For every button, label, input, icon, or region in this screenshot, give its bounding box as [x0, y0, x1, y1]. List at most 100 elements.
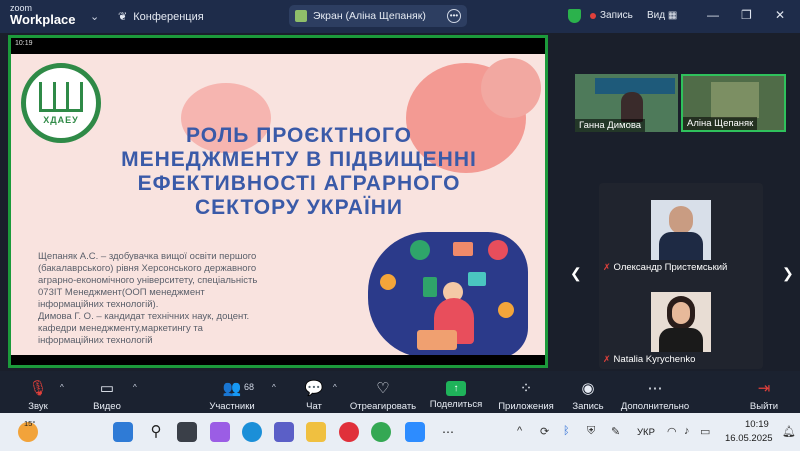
share-label: Экран (Аліна Щепаняк) [313, 10, 426, 22]
zoom-taskbar-icon[interactable] [405, 422, 425, 442]
volume-icon[interactable]: ♪ [684, 425, 690, 437]
avatar[interactable] [651, 200, 711, 260]
react-button[interactable]: ♡ Отреагировать [350, 371, 416, 413]
participant-name: Natalia Kyrychenko [613, 354, 696, 365]
camera-icon: ▭ [99, 380, 115, 397]
caret-up-icon[interactable]: ^ [60, 383, 64, 392]
body-line: кафедри менеджменту,маркетингу та [38, 323, 203, 334]
video-button[interactable]: ▭ Видео [92, 371, 122, 413]
more-icon[interactable]: ••• [447, 9, 461, 23]
minimize-icon[interactable]: — [707, 8, 719, 22]
mute-button[interactable]: 🎙 Звук [24, 371, 52, 413]
mic-muted-icon: ✗ [603, 262, 611, 272]
opera-icon[interactable] [339, 422, 359, 442]
share-button[interactable]: ↑ Поделиться [430, 371, 482, 413]
title-bar: zoom Workplace ⌄ ❦ Конференция Экран (Ал… [0, 0, 800, 33]
university-logo: ХДАЕУ [21, 63, 101, 143]
windows-taskbar: 15° ⚲ ⋯ ^ ⟳ ᛒ ⛨ ✎ УКР ◠ ♪ ▭ 10:19 16.05.… [0, 413, 800, 451]
copilot-icon[interactable] [210, 422, 230, 442]
more-icon: ⋯ [647, 380, 663, 397]
title-line: РОЛЬ ПРОЄКТНОГО [186, 124, 412, 147]
file-explorer-icon[interactable] [306, 422, 326, 442]
video-label: Видео [93, 401, 121, 412]
defender-icon[interactable]: ⛨ [587, 425, 595, 438]
view-button[interactable]: Вид ▦ [647, 10, 677, 21]
clock-icon [410, 240, 430, 260]
apps-button[interactable]: ⁘ Приложения [498, 371, 554, 413]
record-toolbar-label: Запись [572, 401, 604, 412]
caret-up-icon[interactable]: ^ [272, 383, 276, 392]
record-dot-icon [590, 12, 596, 19]
participants-count: 68 [244, 382, 255, 392]
participant-tile-active-speaker[interactable]: Аліна Щепаняк [681, 74, 786, 132]
recording-indicator[interactable]: Запись [590, 10, 633, 21]
body-line: (бакалаврського) рівня Херсонського держ… [38, 263, 257, 274]
chrome-icon[interactable] [371, 422, 391, 442]
record-button[interactable]: ◉ Запись [572, 371, 604, 413]
battery-icon[interactable]: ▭ [700, 425, 710, 438]
bluetooth-icon[interactable]: ᛒ [563, 425, 570, 437]
more-button[interactable]: ⋯ Дополнительно [620, 371, 690, 413]
leave-icon: ⇥ [757, 380, 771, 397]
meeting-label: Конференция [133, 10, 204, 23]
mail-icon [453, 242, 473, 256]
sync-icon[interactable]: ⟳ [540, 425, 549, 438]
input-language[interactable]: УКР [637, 427, 655, 438]
maximize-icon[interactable]: ❐ [741, 8, 752, 22]
search-icon[interactable]: ⚲ [146, 422, 166, 442]
columns-icon [39, 81, 83, 112]
mute-label: Звук [28, 401, 48, 412]
more-apps-icon[interactable]: ⋯ [438, 422, 458, 442]
next-page-icon[interactable]: ❯ [782, 265, 794, 282]
chevron-down-icon[interactable]: ⌄ [90, 10, 99, 23]
apps-icon: ⁘ [519, 380, 533, 397]
participant-tile[interactable]: Ганна Димова [575, 74, 678, 132]
phone-status-bar: 10:19 [11, 38, 545, 54]
caret-up-icon[interactable]: ^ [333, 383, 337, 392]
start-icon[interactable] [113, 422, 133, 442]
gallery-name-row: ✗ Олександр Пристемський [603, 262, 727, 273]
chat-bubble-icon [468, 272, 486, 286]
chat-icon: 💬 [304, 380, 324, 397]
title-line: ЕФЕКТИВНОСТІ АГРАРНОГО [137, 172, 461, 195]
avatar-dress [659, 328, 703, 352]
more-label: Дополнительно [620, 401, 690, 412]
view-label: Вид [647, 10, 666, 21]
edge-icon[interactable] [242, 422, 262, 442]
share-view-pill[interactable]: Экран (Аліна Щепаняк) ••• [289, 5, 467, 27]
prev-page-icon[interactable]: ❮ [570, 265, 582, 282]
slide-body: Щепаняк А.С. – здобувачка вищої освіти п… [38, 251, 288, 347]
participants-label: Участники [209, 401, 255, 412]
gallery-panel: ✗ Олександр Пристемський ✗ Natalia Kyryc… [599, 183, 763, 369]
status-time: 10:19 [15, 40, 33, 47]
grid-icon: ▦ [667, 10, 678, 21]
tray-chevron-icon[interactable]: ^ [517, 425, 522, 437]
avatar[interactable] [651, 292, 711, 352]
body-line: інформаційних технологій). [38, 299, 159, 310]
caret-up-icon[interactable]: ^ [133, 383, 137, 392]
clock-time[interactable]: 10:19 [745, 419, 769, 430]
pen-icon[interactable]: ✎ [611, 425, 620, 438]
wifi-icon[interactable]: ◠ [667, 425, 677, 438]
security-shield-icon[interactable] [568, 9, 581, 23]
pie-chart-icon [488, 240, 508, 260]
slide-bottom-bar [11, 355, 545, 365]
person-video [621, 92, 643, 122]
clock-date[interactable]: 16.05.2025 [725, 433, 773, 444]
participant-name: Олександр Пристемський [613, 262, 728, 273]
notification-bell-icon[interactable]: 🔔︎ [782, 425, 796, 438]
decor-blob [481, 58, 541, 118]
body-line: аграрно-економічного університету, спеці… [38, 275, 258, 286]
participants-button[interactable]: 👥 Участники [209, 371, 255, 413]
person-video [711, 82, 759, 118]
shared-screen: 10:19 ХДАЕУ РОЛЬ ПРОЄКТНОГО МЕНЕДЖМЕНТУ … [8, 35, 548, 368]
chat-button[interactable]: 💬 Чат [302, 371, 326, 413]
brand-name: Workplace [10, 12, 76, 27]
close-icon[interactable]: ✕ [775, 8, 785, 22]
laptop-icon [417, 330, 457, 350]
meeting-info-button[interactable]: ❦ Конференция [118, 10, 204, 24]
task-view-icon[interactable] [177, 422, 197, 442]
teams-icon[interactable] [274, 422, 294, 442]
meeting-toolbar: 🎙 Звук ^ ▭ Видео ^ 👥 Участники 68 ^ 💬 Ча… [0, 371, 800, 413]
leave-button[interactable]: ⇥ Выйти [748, 371, 780, 413]
